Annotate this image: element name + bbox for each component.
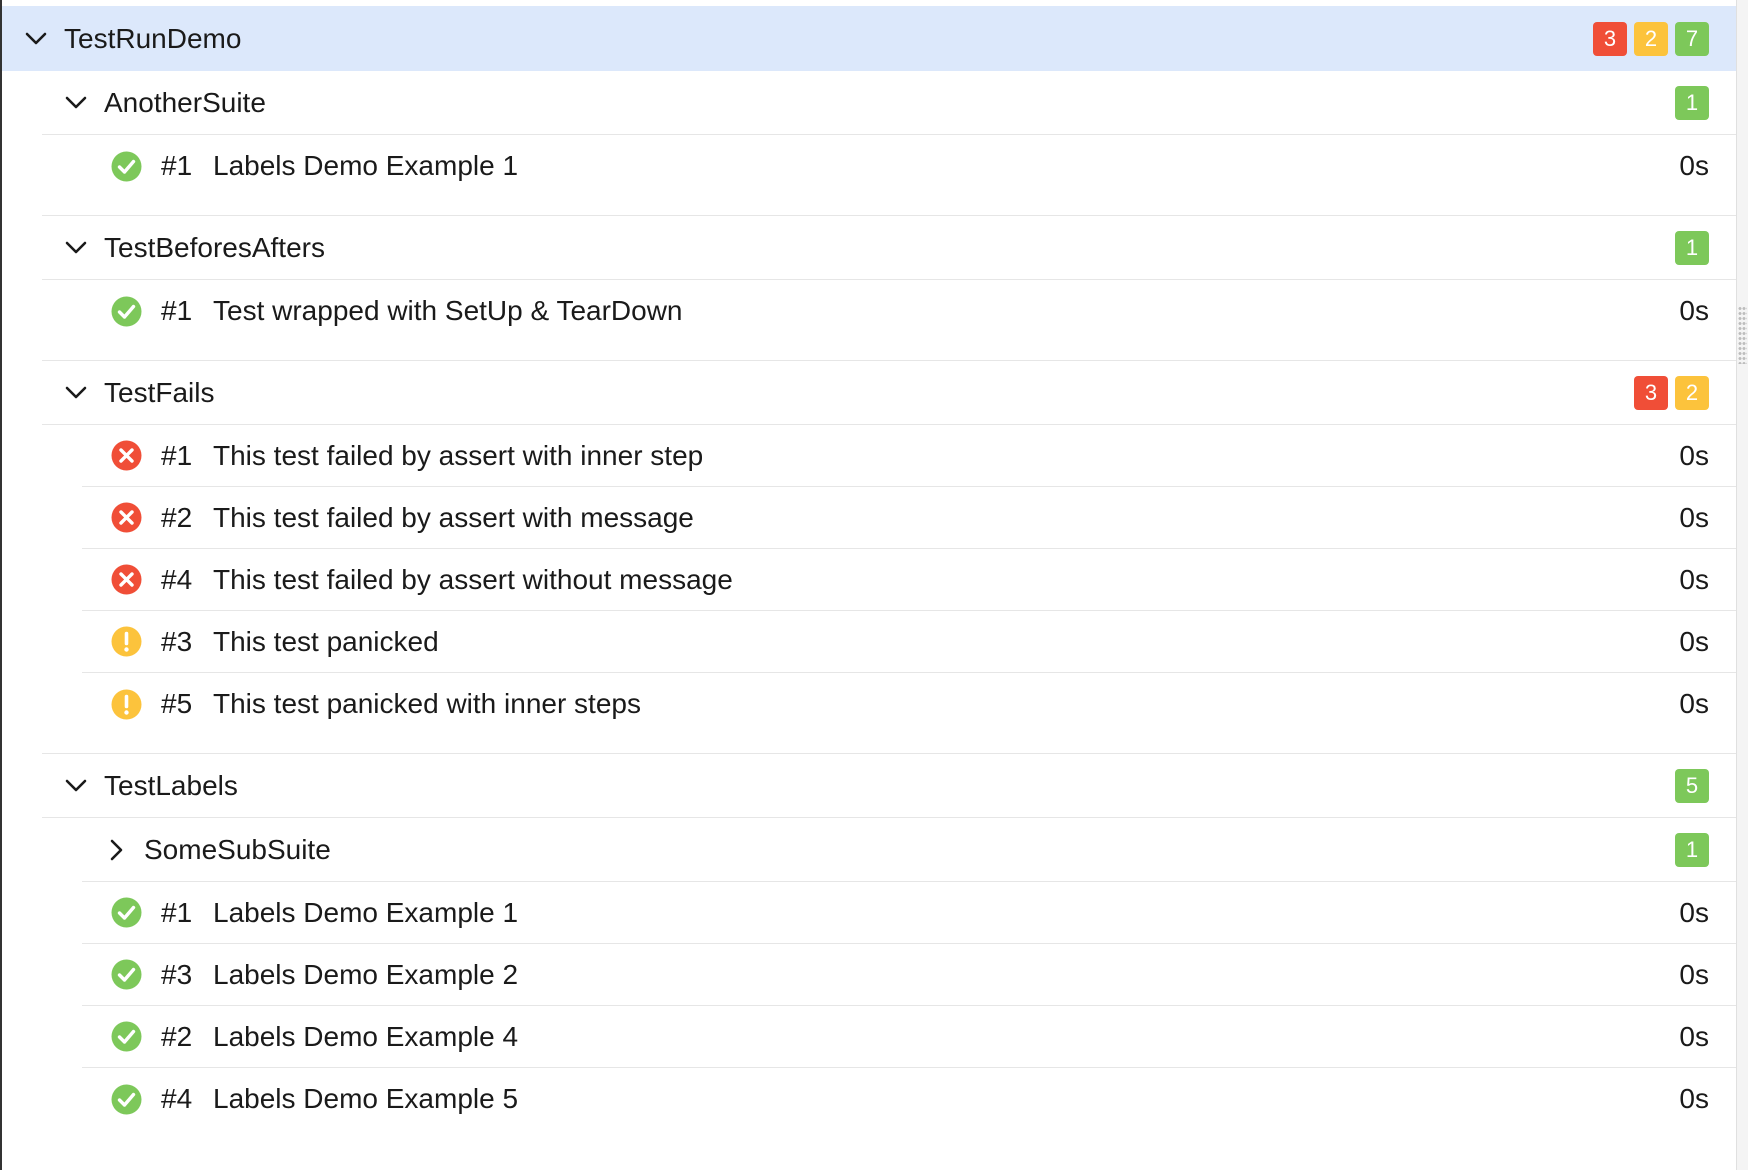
- status-counts: 1: [1675, 230, 1709, 265]
- status-counts: 5: [1675, 768, 1709, 803]
- test-duration: 0s: [1679, 625, 1709, 657]
- test-number: #3: [161, 958, 193, 990]
- test-row[interactable]: #3 Labels Demo Example 2 0s: [82, 944, 1737, 1006]
- chevron-down-icon[interactable]: [60, 87, 92, 119]
- suite-name: TestLabels: [104, 769, 238, 801]
- test-row[interactable]: #1 Test wrapped with SetUp & TearDown 0s: [82, 280, 1737, 342]
- check-circle-icon: [110, 896, 143, 929]
- test-number: #2: [161, 1020, 193, 1052]
- check-circle-icon: [110, 295, 143, 328]
- test-row[interactable]: #2 This test failed by assert with messa…: [82, 487, 1737, 549]
- suite-row-testfails[interactable]: TestFails 3 2: [42, 361, 1737, 425]
- check-circle-icon: [110, 1083, 143, 1116]
- test-number: #4: [161, 563, 193, 595]
- test-duration: 0s: [1679, 150, 1709, 181]
- chevron-down-icon[interactable]: [20, 23, 52, 55]
- x-circle-icon: [110, 501, 143, 534]
- x-circle-icon: [110, 563, 143, 596]
- suite-name: TestBeforesAfters: [104, 231, 325, 263]
- broken-count-badge: 2: [1675, 375, 1709, 410]
- test-row[interactable]: #3 This test panicked 0s: [82, 611, 1737, 673]
- suite-name: SomeSubSuite: [144, 833, 331, 865]
- test-duration: 0s: [1679, 1083, 1709, 1114]
- check-circle-icon: [110, 150, 143, 183]
- test-name: This test panicked: [213, 625, 439, 657]
- broken-count-badge: 2: [1634, 21, 1668, 56]
- test-row[interactable]: #1 Labels Demo Example 1 0s: [82, 882, 1737, 944]
- subsuite-row-somesubsuite[interactable]: SomeSubSuite 1: [82, 818, 1737, 882]
- suite-row-anothersuite[interactable]: AnotherSuite 1: [42, 71, 1737, 135]
- exclamation-circle-icon: [110, 688, 143, 721]
- suite-separator: [42, 342, 1737, 361]
- passed-count-badge: 1: [1675, 230, 1709, 265]
- test-name: Labels Demo Example 5: [213, 1083, 519, 1114]
- test-number: #1: [161, 150, 193, 181]
- test-duration: 0s: [1679, 688, 1709, 719]
- test-number: #4: [161, 1083, 193, 1114]
- test-name: This test failed by assert without messa…: [213, 563, 733, 595]
- test-number: #1: [161, 439, 193, 471]
- test-row[interactable]: #1 Labels Demo Example 1 0s: [82, 135, 1737, 197]
- test-tree: TestRunDemo 3 2 7 AnotherSuite 1 #1 Labe…: [2, 6, 1737, 1130]
- vertical-scrollbar[interactable]: [1736, 0, 1748, 1170]
- test-duration: 0s: [1679, 896, 1709, 928]
- test-name: This test failed by assert with message: [213, 501, 694, 533]
- test-duration: 0s: [1679, 563, 1709, 595]
- test-number: #1: [161, 295, 193, 326]
- test-duration: 0s: [1679, 1020, 1709, 1052]
- test-number: #5: [161, 688, 193, 719]
- test-name: This test panicked with inner steps: [213, 688, 641, 719]
- test-number: #2: [161, 501, 193, 533]
- test-row[interactable]: #2 Labels Demo Example 4 0s: [82, 1006, 1737, 1068]
- failed-count-badge: 3: [1593, 21, 1627, 56]
- resize-grip-icon[interactable]: [1738, 306, 1747, 364]
- suite-separator: [42, 197, 1737, 216]
- test-row[interactable]: #1 This test failed by assert with inner…: [82, 425, 1737, 487]
- passed-count-badge: 5: [1675, 768, 1709, 803]
- failed-count-badge: 3: [1634, 375, 1668, 410]
- test-row[interactable]: #4 Labels Demo Example 5 0s: [82, 1068, 1737, 1130]
- check-circle-icon: [110, 1020, 143, 1053]
- test-row[interactable]: #4 This test failed by assert without me…: [82, 549, 1737, 611]
- test-name: This test failed by assert with inner st…: [213, 439, 704, 471]
- test-duration: 0s: [1679, 295, 1709, 326]
- test-name: Test wrapped with SetUp & TearDown: [213, 295, 683, 326]
- suite-name: TestFails: [104, 376, 215, 408]
- x-circle-icon: [110, 439, 143, 472]
- suite-name: AnotherSuite: [104, 86, 266, 118]
- test-number: #3: [161, 625, 193, 657]
- passed-count-badge: 7: [1675, 21, 1709, 56]
- passed-count-badge: 1: [1675, 832, 1709, 867]
- test-name: Labels Demo Example 1: [213, 150, 519, 181]
- test-name: Labels Demo Example 1: [213, 896, 519, 928]
- test-duration: 0s: [1679, 501, 1709, 533]
- suite-row-testlabels[interactable]: TestLabels 5: [42, 754, 1737, 818]
- chevron-right-icon[interactable]: [100, 834, 132, 866]
- test-duration: 0s: [1679, 439, 1709, 471]
- status-counts: 1: [1675, 85, 1709, 120]
- test-row[interactable]: #5 This test panicked with inner steps 0…: [82, 673, 1737, 735]
- status-counts: 3 2: [1634, 375, 1709, 410]
- suite-name: TestRunDemo: [64, 22, 242, 54]
- status-counts: 3 2 7: [1593, 21, 1709, 56]
- chevron-down-icon[interactable]: [60, 770, 92, 802]
- test-duration: 0s: [1679, 958, 1709, 990]
- status-counts: 1: [1675, 832, 1709, 867]
- passed-count-badge: 1: [1675, 85, 1709, 120]
- test-name: Labels Demo Example 4: [213, 1020, 519, 1052]
- test-number: #1: [161, 896, 193, 928]
- check-circle-icon: [110, 958, 143, 991]
- suite-row-testbeforesafters[interactable]: TestBeforesAfters 1: [42, 216, 1737, 280]
- exclamation-circle-icon: [110, 625, 143, 658]
- test-report-tree-view: TestRunDemo 3 2 7 AnotherSuite 1 #1 Labe…: [0, 0, 1748, 1170]
- suite-separator: [42, 735, 1737, 754]
- tree-root-testrundemo[interactable]: TestRunDemo 3 2 7: [2, 6, 1737, 71]
- chevron-down-icon[interactable]: [60, 232, 92, 264]
- chevron-down-icon[interactable]: [60, 377, 92, 409]
- test-name: Labels Demo Example 2: [213, 958, 519, 990]
